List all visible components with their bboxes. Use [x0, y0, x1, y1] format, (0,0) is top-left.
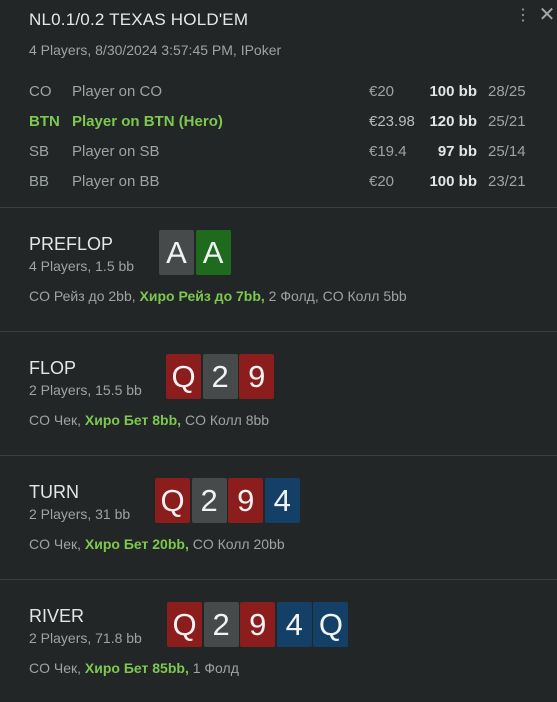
close-icon[interactable]: ✕: [538, 4, 556, 26]
hand-history-panel: NL0.1/0.2 TEXAS HOLD'EM 4 Players, 8/30/…: [0, 0, 557, 702]
card-four-diamonds: 4: [276, 602, 312, 647]
street-actions: CO Чек, Хиро Бет 8bb, CO Колл 8bb: [29, 412, 269, 428]
street-actions: CO Чек, Хиро Бет 20bb, CO Колл 20bb: [29, 536, 285, 552]
player-stack-bb: 97 bb: [437, 143, 477, 160]
street-name: PREFLOP: [29, 234, 114, 254]
card-nine-hearts: 9: [239, 354, 275, 399]
street-info: 4 Players, 1.5 bb: [29, 258, 135, 274]
player-stack: €20: [369, 83, 395, 100]
board-cards: Q 2 9 4: [155, 478, 300, 523]
players-table: CO Player on CO €20 100 bb 28/25 BTN Pla…: [29, 78, 539, 198]
hand-subtitle: 4 Players, 8/30/2024 3:57:45 PM, IPoker: [29, 42, 282, 58]
street-info: 2 Players, 15.5 bb: [29, 382, 142, 398]
action-text: 1 Фолд: [188, 660, 239, 676]
player-name: Player on SB: [72, 143, 160, 160]
player-stats: 23/21: [488, 173, 526, 190]
player-position: BB: [29, 173, 50, 190]
action-text: CO Колл 8bb: [181, 412, 270, 428]
player-stack-bb: 120 bb: [429, 113, 477, 130]
street-actions: CO Чек, Хиро Бет 85bb, 1 Фолд: [29, 660, 239, 676]
hero-action: Хиро Бет 20bb,: [84, 536, 189, 552]
player-position: SB: [29, 143, 50, 160]
card-queen-diamonds: Q: [313, 602, 349, 647]
hero-action: Хиро Бет 8bb,: [84, 412, 182, 428]
more-menu-icon[interactable]: ⋮: [515, 6, 531, 26]
action-text: CO Колл 20bb: [188, 536, 285, 552]
action-text: CO Чек,: [29, 660, 85, 676]
street-info: 2 Players, 71.8 bb: [29, 630, 142, 646]
street-turn: TURN 2 Players, 31 bb Q 2 9 4 CO Чек, Хи…: [0, 455, 557, 578]
street-river: RIVER 2 Players, 71.8 bb Q 2 9 4 Q CO Че…: [0, 579, 557, 702]
player-name: Player on BB: [72, 173, 160, 190]
player-stack-bb: 100 bb: [429, 83, 477, 100]
player-stats: 25/14: [488, 143, 526, 160]
street-name: RIVER: [29, 606, 85, 626]
player-stack-bb: 100 bb: [429, 173, 477, 190]
player-name: Player on CO: [72, 83, 163, 100]
card-nine-hearts: 9: [228, 478, 264, 523]
player-row: SB Player on SB €19.4 97 bb 25/14: [29, 138, 539, 168]
action-text: 2 Фолд, CO Колл 5bb: [264, 288, 407, 304]
card-ace-spades: A: [159, 230, 194, 275]
player-stack: €23.98: [369, 113, 415, 130]
player-stack: €20: [369, 173, 395, 190]
street-name: FLOP: [29, 358, 77, 378]
action-text: CO Чек,: [29, 536, 85, 552]
card-nine-hearts: 9: [240, 602, 276, 647]
hero-cards: A A: [159, 230, 231, 275]
card-queen-hearts: Q: [166, 354, 201, 399]
card-two-spades: 2: [203, 602, 239, 647]
card-queen-hearts: Q: [155, 478, 190, 523]
action-text: CO Чек,: [29, 412, 85, 428]
player-row: CO Player on CO €20 100 bb 28/25: [29, 78, 539, 108]
hero-action: Хиро Бет 85bb,: [84, 660, 189, 676]
hand-header: NL0.1/0.2 TEXAS HOLD'EM 4 Players, 8/30/…: [0, 0, 557, 207]
player-stack: €19.4: [369, 143, 407, 160]
card-two-spades: 2: [191, 478, 227, 523]
card-queen-hearts: Q: [167, 602, 202, 647]
game-title: NL0.1/0.2 TEXAS HOLD'EM: [29, 10, 249, 29]
player-stats: 25/21: [488, 113, 526, 130]
player-position: BTN: [29, 113, 60, 130]
action-text: CO Рейз до 2bb,: [29, 288, 140, 304]
street-actions: CO Рейз до 2bb, Хиро Рейз до 7bb, 2 Фолд…: [29, 288, 407, 304]
player-name: Player on BTN (Hero): [72, 113, 223, 130]
street-name: TURN: [29, 482, 79, 502]
board-cards: Q 2 9 4 Q: [167, 602, 349, 647]
player-row-hero: BTN Player on BTN (Hero) €23.98 120 bb 2…: [29, 108, 539, 138]
card-two-spades: 2: [202, 354, 238, 399]
hero-action: Хиро Рейз до 7bb,: [139, 288, 265, 304]
board-cards: Q 2 9: [166, 354, 275, 399]
card-four-diamonds: 4: [264, 478, 300, 523]
player-stats: 28/25: [488, 83, 526, 100]
street-info: 2 Players, 31 bb: [29, 506, 131, 522]
player-row: BB Player on BB €20 100 bb 23/21: [29, 168, 539, 198]
player-position: CO: [29, 83, 52, 100]
street-flop: FLOP 2 Players, 15.5 bb Q 2 9 CO Чек, Хи…: [0, 331, 557, 454]
street-preflop: PREFLOP 4 Players, 1.5 bb A A CO Рейз до…: [0, 207, 557, 330]
card-ace-clubs: A: [195, 230, 231, 275]
